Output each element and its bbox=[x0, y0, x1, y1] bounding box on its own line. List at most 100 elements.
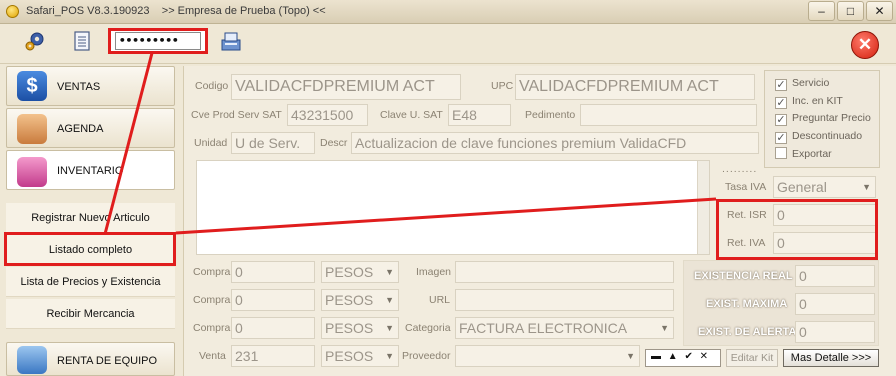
chevron-down-icon: ▼ bbox=[626, 351, 635, 361]
exist-alerta-label: EXIST. DE ALERTA bbox=[698, 326, 797, 338]
app-logo-icon bbox=[6, 5, 19, 18]
sidebar-item-agenda[interactable]: AGENDA bbox=[6, 108, 175, 148]
cve-prod-label: Cve Prod Serv SAT bbox=[191, 109, 282, 121]
maximize-button[interactable]: □ bbox=[837, 1, 864, 21]
tasa-iva-value: General bbox=[777, 179, 827, 195]
chevron-down-icon: ▼ bbox=[385, 351, 394, 361]
checkbox-exportar[interactable]: Exportar bbox=[775, 147, 832, 161]
codigo-label: Codigo bbox=[195, 80, 229, 92]
pedimento-label: Pedimento bbox=[525, 109, 576, 121]
checkbox-mark: ✓ bbox=[775, 97, 787, 109]
navigator-icons: ▬ ▲ ✔ ✕ bbox=[651, 351, 710, 362]
unidad-label: Unidad bbox=[194, 137, 228, 149]
cash-register-icon[interactable] bbox=[220, 30, 242, 52]
chevron-down-icon: ▼ bbox=[660, 323, 669, 333]
chevron-down-icon: ▼ bbox=[385, 323, 394, 333]
dollar-icon: $ bbox=[17, 71, 47, 101]
categoria-select[interactable]: FACTURA ELECTRONICA ▼ bbox=[455, 317, 674, 339]
exist-alerta-field[interactable]: 0 bbox=[795, 321, 875, 343]
minimize-button[interactable]: – bbox=[808, 1, 835, 21]
submenu-registrar-nuevo-articulo[interactable]: Registrar Nuevo Articulo bbox=[6, 203, 175, 233]
checkbox-descontinuado[interactable]: ✓ Descontinuado bbox=[775, 129, 863, 144]
sidebar-item-label: VENTAS bbox=[57, 81, 101, 93]
proveedor-select[interactable]: ▼ bbox=[455, 345, 640, 367]
checkbox-label: Preguntar Precio bbox=[792, 112, 871, 124]
clave-u-label: Clave U. SAT bbox=[380, 109, 443, 121]
compra-label: Compra bbox=[193, 322, 231, 334]
checkbox-servicio[interactable]: ✓ Servicio bbox=[775, 76, 830, 91]
checkbox-label: Exportar bbox=[792, 148, 832, 160]
long-description-textarea[interactable] bbox=[196, 160, 710, 255]
descr-field[interactable]: Actualizacion de clave funciones premium… bbox=[351, 132, 759, 154]
cve-prod-field[interactable]: 43231500 bbox=[287, 104, 368, 126]
proveedor-label: Proveedor bbox=[402, 350, 451, 362]
contact-icon bbox=[17, 114, 47, 144]
clave-u-field[interactable]: E48 bbox=[448, 104, 511, 126]
checkbox-mark: ✓ bbox=[775, 132, 787, 144]
sidebar-item-inventario[interactable]: INVENTARIO bbox=[6, 150, 175, 190]
document-list-icon[interactable] bbox=[72, 30, 94, 52]
currency-select[interactable]: PESOS ▼ bbox=[321, 317, 399, 339]
checkbox-inc-kit[interactable]: ✓ Inc. en KIT bbox=[775, 94, 843, 109]
sidebar-item-label: RENTA DE EQUIPO bbox=[57, 355, 158, 367]
currency-value: PESOS bbox=[325, 292, 374, 308]
compra-2-field[interactable]: 0 bbox=[231, 289, 315, 311]
checkbox-preguntar-precio[interactable]: ✓ Preguntar Precio bbox=[775, 111, 871, 126]
gear-icon[interactable] bbox=[24, 30, 46, 52]
descr-label: Descr bbox=[320, 137, 348, 149]
categoria-label: Categoria bbox=[405, 322, 451, 334]
compra-1-field[interactable]: 0 bbox=[231, 261, 315, 283]
checkbox-label: Servicio bbox=[792, 77, 830, 89]
venta-label: Venta bbox=[199, 350, 226, 362]
editar-kit-button[interactable]: Editar Kit bbox=[726, 349, 778, 367]
currency-select[interactable]: PESOS ▼ bbox=[321, 289, 399, 311]
company-name: >> Empresa de Prueba (Topo) << bbox=[161, 5, 326, 17]
listado-highlight bbox=[4, 232, 176, 266]
upc-label: UPC bbox=[491, 80, 514, 92]
chevron-down-icon: ▼ bbox=[385, 267, 394, 277]
existencia-real-field[interactable]: 0 bbox=[795, 265, 875, 287]
categoria-value: FACTURA ELECTRONICA bbox=[459, 320, 628, 336]
app-title: Safari_POS V8.3.190923 bbox=[26, 5, 150, 17]
sidebar-item-label: AGENDA bbox=[57, 123, 104, 135]
compra-3-field[interactable]: 0 bbox=[231, 317, 315, 339]
currency-value: PESOS bbox=[325, 320, 374, 336]
compra-label: Compra bbox=[193, 266, 231, 278]
inventory-box-icon bbox=[17, 157, 47, 187]
submenu-lista-precios[interactable]: Lista de Precios y Existencia bbox=[6, 267, 175, 297]
sidebar-item-renta-equipo[interactable]: RENTA DE EQUIPO bbox=[6, 342, 175, 376]
checkbox-label: Descontinuado bbox=[792, 130, 863, 142]
exit-icon[interactable]: ✕ bbox=[851, 31, 879, 59]
currency-value: PESOS bbox=[325, 348, 374, 364]
exist-maxima-field[interactable]: 0 bbox=[795, 293, 875, 315]
submenu-recibir-mercancia[interactable]: Recibir Mercancia bbox=[6, 299, 175, 329]
exist-maxima-label: EXIST. MAXIMA bbox=[706, 298, 788, 310]
currency-value: PESOS bbox=[325, 264, 374, 280]
imagen-label: Imagen bbox=[416, 266, 452, 278]
mas-detalle-button[interactable]: Mas Detalle >>> bbox=[783, 349, 879, 367]
checkbox-mark bbox=[775, 147, 787, 159]
chevron-down-icon: ▼ bbox=[862, 182, 871, 192]
currency-select[interactable]: PESOS ▼ bbox=[321, 261, 399, 283]
checkbox-label: Inc. en KIT bbox=[792, 95, 843, 107]
sidebar-item-ventas[interactable]: $ VENTAS bbox=[6, 66, 175, 106]
description-scrollbar[interactable] bbox=[697, 161, 709, 254]
tasa-iva-select[interactable]: General ▼ bbox=[773, 176, 876, 198]
password-input[interactable]: ••••••••• bbox=[115, 32, 201, 50]
tasa-iva-label: Tasa IVA bbox=[725, 181, 767, 193]
currency-select[interactable]: PESOS ▼ bbox=[321, 345, 399, 367]
codigo-field[interactable]: VALIDACFDPREMIUM ACT bbox=[231, 74, 461, 100]
record-navigator[interactable]: ▬ ▲ ✔ ✕ bbox=[645, 349, 721, 367]
url-field[interactable] bbox=[455, 289, 674, 311]
imagen-field[interactable] bbox=[455, 261, 674, 283]
unidad-field[interactable]: U de Serv. bbox=[231, 132, 315, 154]
upc-field[interactable]: VALIDACFDPREMIUM ACT bbox=[515, 74, 755, 100]
checkbox-mark: ✓ bbox=[775, 79, 787, 91]
venta-field[interactable]: 231 bbox=[231, 345, 315, 367]
rental-icon bbox=[17, 346, 47, 374]
checkbox-mark: ✓ bbox=[775, 114, 787, 126]
close-window-button[interactable]: ✕ bbox=[866, 1, 893, 21]
pedimento-field[interactable] bbox=[580, 104, 757, 126]
window-title: Safari_POS V8.3.190923 >> Empresa de Pru… bbox=[26, 5, 326, 17]
dots-separator: ......... bbox=[722, 163, 758, 175]
